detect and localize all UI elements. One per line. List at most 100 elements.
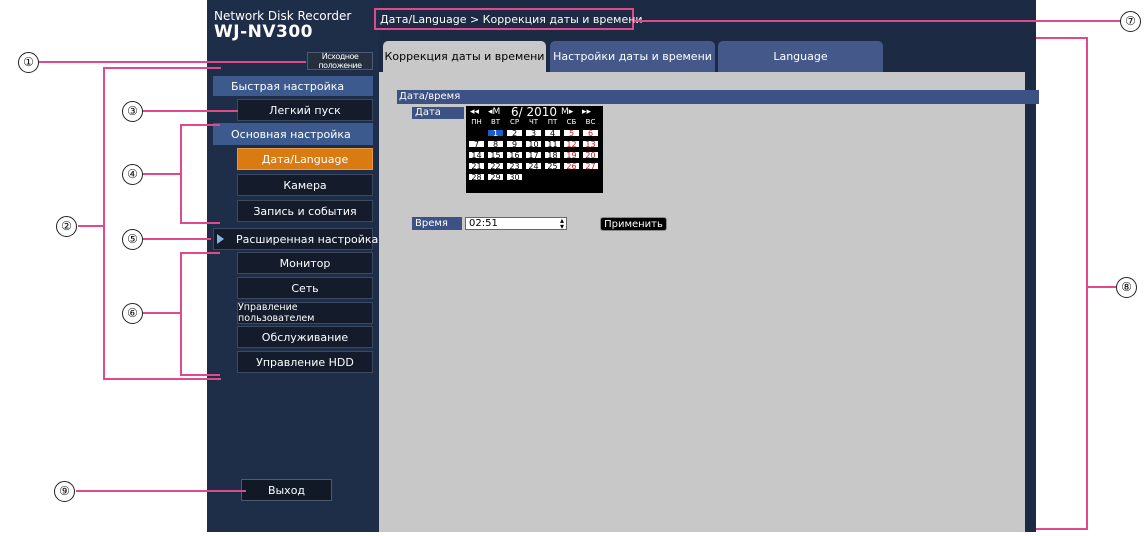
sidebar-item-network[interactable]: Сеть: [237, 277, 373, 299]
brand-model: WJ-NV300: [214, 22, 314, 42]
calendar-day[interactable]: 22: [487, 162, 504, 171]
calendar-day[interactable]: 3: [525, 129, 542, 138]
calendar-day[interactable]: 15: [487, 151, 504, 160]
calendar-day[interactable]: 2: [506, 129, 523, 138]
basic-setup-section[interactable]: Основная настройка: [213, 123, 373, 145]
calendar-day[interactable]: 24: [525, 162, 542, 171]
tab-date-correction[interactable]: Коррекция даты и времени: [383, 41, 546, 72]
calendar-day: [506, 184, 523, 192]
sidebar-item-recording-events[interactable]: Запись и события: [237, 200, 373, 222]
callout-line-5: [143, 238, 211, 240]
calendar-weekday: ЧТ: [525, 118, 542, 126]
prev-month-button[interactable]: ◂M: [488, 107, 500, 117]
calendar-day[interactable]: 4: [544, 129, 561, 138]
calendar-day[interactable]: 21: [468, 162, 485, 171]
time-value: 02:51: [469, 218, 498, 229]
calendar-month-year: 6/ 2010: [511, 105, 558, 119]
callout-2: ②: [56, 216, 77, 237]
callout-bracket-2-bottom: [103, 378, 221, 380]
tab-date-settings[interactable]: Настройки даты и времени: [550, 41, 715, 72]
tab-language[interactable]: Language: [718, 41, 883, 72]
calendar-day[interactable]: 30: [506, 173, 523, 182]
callout-bracket-2-top: [103, 67, 221, 69]
calendar-weekday: ПТ: [544, 118, 561, 126]
callout-line-9: [76, 490, 246, 492]
sidebar-item-maintenance[interactable]: Обслуживание: [237, 326, 373, 348]
callout-1: ①: [18, 52, 39, 73]
callout-line-7: [634, 20, 1122, 22]
calendar-day[interactable]: 9: [506, 140, 523, 149]
sidebar-item-camera[interactable]: Камера: [237, 174, 373, 196]
exit-button[interactable]: Выход: [241, 479, 332, 501]
callout-line-8: [1086, 286, 1116, 288]
callout-3: ③: [122, 101, 143, 122]
calendar-day: [487, 184, 504, 192]
calendar-day[interactable]: 17: [525, 151, 542, 160]
calendar-weekday: ПН: [468, 118, 485, 126]
sidebar-item-date-language[interactable]: Дата/Language: [237, 148, 373, 170]
callout-5: ⑤: [122, 229, 143, 250]
calendar-day[interactable]: 27: [582, 162, 599, 171]
calendar-day[interactable]: 23: [506, 162, 523, 171]
callout-9: ⑨: [54, 481, 75, 502]
calendar-day[interactable]: 8: [487, 140, 504, 149]
advanced-setup-row[interactable]: Расширенная настройка: [213, 228, 378, 250]
calendar-day[interactable]: 25: [544, 162, 561, 171]
next-year-button[interactable]: ▸▸: [582, 107, 591, 117]
calendar-day[interactable]: 12: [563, 140, 580, 149]
callout-bracket-4-top: [180, 124, 220, 126]
callout-6: ⑥: [122, 303, 143, 324]
calendar-day[interactable]: 5: [563, 129, 580, 138]
callout-bracket-6-top: [180, 252, 220, 254]
prev-year-button[interactable]: ◂◂: [470, 107, 479, 117]
calendar-day[interactable]: 11: [544, 140, 561, 149]
callout-bracket-4-bottom: [180, 222, 220, 224]
calendar-day[interactable]: 10: [525, 140, 542, 149]
spin-arrows-icon[interactable]: ▴ ▾: [560, 217, 564, 231]
quick-setup-section[interactable]: Быстрая настройка: [213, 76, 373, 96]
home-button[interactable]: Исходное положение: [307, 52, 373, 70]
apply-button[interactable]: Применить: [600, 217, 667, 231]
calendar-day: [468, 184, 485, 192]
calendar-day[interactable]: 28: [468, 173, 485, 182]
calendar-day[interactable]: 16: [506, 151, 523, 160]
callout-bracket-6-bottom: [180, 374, 220, 376]
callout-line-2: [78, 225, 104, 227]
calendar: ◂◂ ◂M 6/ 2010 M▸ ▸▸ ПН ВТ СР ЧТ ПТ СБ ВС 1 2 3 4 5 6…: [466, 105, 603, 193]
easy-start-button[interactable]: Легкий пуск: [237, 99, 373, 121]
callout-line-1: [36, 61, 306, 63]
calendar-day: [544, 173, 561, 181]
callout-line-6: [143, 312, 181, 314]
calendar-day: [525, 173, 542, 181]
calendar-day[interactable]: 20: [582, 151, 599, 160]
calendar-day[interactable]: 6: [582, 129, 599, 138]
calendar-day: [582, 173, 599, 181]
calendar-day[interactable]: 29: [487, 173, 504, 182]
callout-bracket-6: [180, 252, 182, 376]
calendar-day[interactable]: 1: [487, 129, 504, 138]
calendar-day[interactable]: 26: [563, 162, 580, 171]
brand-subtitle: Network Disk Recorder: [214, 9, 352, 23]
calendar-day[interactable]: 18: [544, 151, 561, 160]
time-input[interactable]: 02:51 ▴ ▾: [465, 217, 567, 231]
calendar-day[interactable]: 19: [563, 151, 580, 160]
calendar-day: [544, 184, 561, 192]
breadcrumb-text: Дата/Language > Коррекция даты и времени: [380, 13, 643, 26]
callout-bracket-8-bottom: [1036, 528, 1088, 530]
calendar-day[interactable]: 7: [468, 140, 485, 149]
sidebar-item-hdd-management[interactable]: Управление HDD: [237, 351, 373, 373]
calendar-day[interactable]: 14: [468, 151, 485, 160]
calendar-weekday: ВС: [582, 118, 599, 126]
section-title: Дата/время: [397, 90, 1039, 104]
sidebar-item-monitor[interactable]: Монитор: [237, 252, 373, 274]
callout-bracket-8-top: [1036, 37, 1088, 39]
advanced-setup-label: Расширенная настройка: [236, 233, 379, 246]
sidebar-item-user-management[interactable]: Управление пользователем: [237, 302, 373, 324]
breadcrumb: Дата/Language > Коррекция даты и времени: [374, 8, 643, 30]
callout-4: ④: [122, 164, 143, 185]
time-label: Время: [412, 217, 462, 230]
calendar-weekday: ВТ: [487, 118, 504, 126]
next-month-button[interactable]: M▸: [561, 107, 573, 117]
calendar-day[interactable]: 13: [582, 140, 599, 149]
callout-line-3: [143, 110, 238, 112]
